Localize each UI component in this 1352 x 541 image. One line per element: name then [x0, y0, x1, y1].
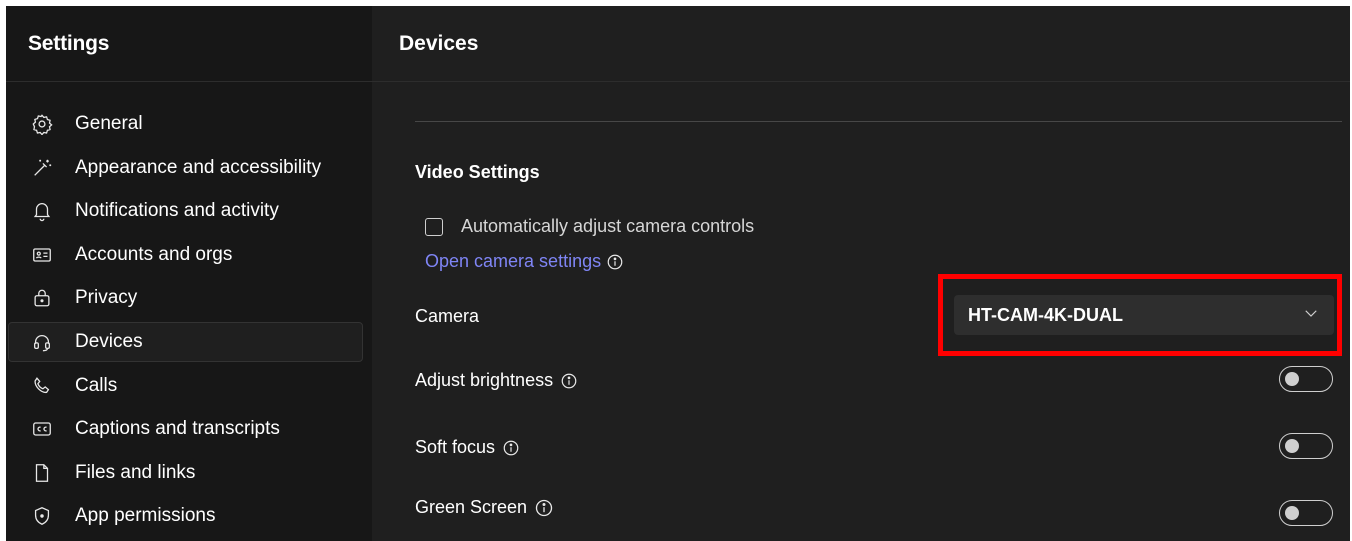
- page-title: Devices: [399, 31, 479, 55]
- gear-icon: [31, 113, 53, 135]
- document-icon: [31, 462, 53, 484]
- shield-icon: [31, 505, 53, 527]
- chevron-down-icon: [1302, 304, 1320, 327]
- brightness-row-label: Adjust brightness: [415, 370, 578, 391]
- sidebar-nav: General Appearance and accessibility Not…: [6, 104, 372, 540]
- sidebar-item-calls[interactable]: Calls: [8, 366, 363, 406]
- sidebar-item-general[interactable]: General: [8, 104, 363, 144]
- info-icon[interactable]: [534, 498, 554, 518]
- sidebar-item-label: Files and links: [75, 461, 196, 483]
- camera-label: Camera: [415, 306, 479, 327]
- sidebar-title: Settings: [28, 31, 110, 55]
- auto-adjust-checkbox[interactable]: [425, 217, 443, 236]
- camera-selected-value: HT-CAM-4K-DUAL: [968, 304, 1123, 325]
- magic-wand-icon: [31, 157, 53, 179]
- open-camera-settings-row: Open camera settings: [425, 251, 624, 272]
- sidebar-item-privacy[interactable]: Privacy: [8, 278, 363, 318]
- sidebar-item-notifications[interactable]: Notifications and activity: [8, 191, 363, 231]
- headset-icon: [31, 331, 53, 353]
- camera-label-text: Camera: [415, 306, 480, 326]
- sidebar-item-label: Appearance and accessibility: [75, 156, 322, 178]
- sidebar-item-label: General: [75, 113, 143, 134]
- toggle-knob: [1285, 506, 1299, 520]
- settings-window: Settings General Appearance and accessib…: [6, 6, 1350, 541]
- sidebar-item-label: Captions and transcripts: [75, 418, 280, 440]
- soft-focus-toggle[interactable]: [1279, 433, 1333, 459]
- open-camera-settings-link[interactable]: Open camera settings: [425, 251, 601, 272]
- sidebar-item-app-permissions[interactable]: App permissions: [8, 496, 363, 536]
- green-screen-label: Green Screen: [415, 497, 528, 517]
- brightness-label: Adjust brightness: [415, 370, 554, 390]
- cc-icon: [31, 418, 53, 440]
- sidebar: Settings General Appearance and accessib…: [6, 6, 372, 541]
- video-settings-heading: Video Settings: [415, 162, 540, 182]
- toggle-knob: [1285, 372, 1299, 386]
- auto-adjust-label: Automatically adjust camera controls: [461, 216, 755, 236]
- brightness-toggle[interactable]: [1279, 366, 1333, 392]
- info-icon[interactable]: [606, 253, 624, 271]
- lock-icon: [31, 287, 53, 309]
- toggle-knob: [1285, 439, 1299, 453]
- section-divider: [415, 121, 1342, 122]
- main-header: Devices: [372, 6, 1350, 82]
- sidebar-item-label: App permissions: [75, 505, 216, 527]
- sidebar-item-label: Accounts and orgs: [75, 243, 233, 265]
- bell-icon: [31, 200, 53, 222]
- sidebar-item-label: Devices: [75, 330, 143, 352]
- info-icon[interactable]: [502, 439, 520, 457]
- sidebar-item-accounts[interactable]: Accounts and orgs: [8, 235, 363, 275]
- sidebar-item-files[interactable]: Files and links: [8, 453, 363, 493]
- info-icon[interactable]: [560, 372, 578, 390]
- sidebar-item-label: Notifications and activity: [75, 200, 279, 222]
- green-screen-row-label: Green Screen: [415, 497, 554, 518]
- soft-focus-row-label: Soft focus: [415, 437, 520, 458]
- sidebar-item-label: Calls: [75, 374, 118, 396]
- sidebar-item-captions[interactable]: Captions and transcripts: [8, 409, 363, 449]
- green-screen-toggle[interactable]: [1279, 500, 1333, 526]
- sidebar-item-devices[interactable]: Devices: [8, 321, 363, 362]
- sidebar-item-appearance[interactable]: Appearance and accessibility: [8, 148, 363, 188]
- phone-icon: [31, 375, 53, 397]
- main-panel: Devices Video Settings Automatically adj…: [372, 6, 1350, 541]
- auto-adjust-row: Automatically adjust camera controls: [425, 216, 754, 237]
- soft-focus-label: Soft focus: [415, 437, 496, 457]
- sidebar-header: Settings: [6, 6, 372, 82]
- camera-dropdown[interactable]: HT-CAM-4K-DUAL: [954, 295, 1334, 335]
- sidebar-item-label: Privacy: [75, 287, 138, 309]
- id-card-icon: [31, 244, 53, 266]
